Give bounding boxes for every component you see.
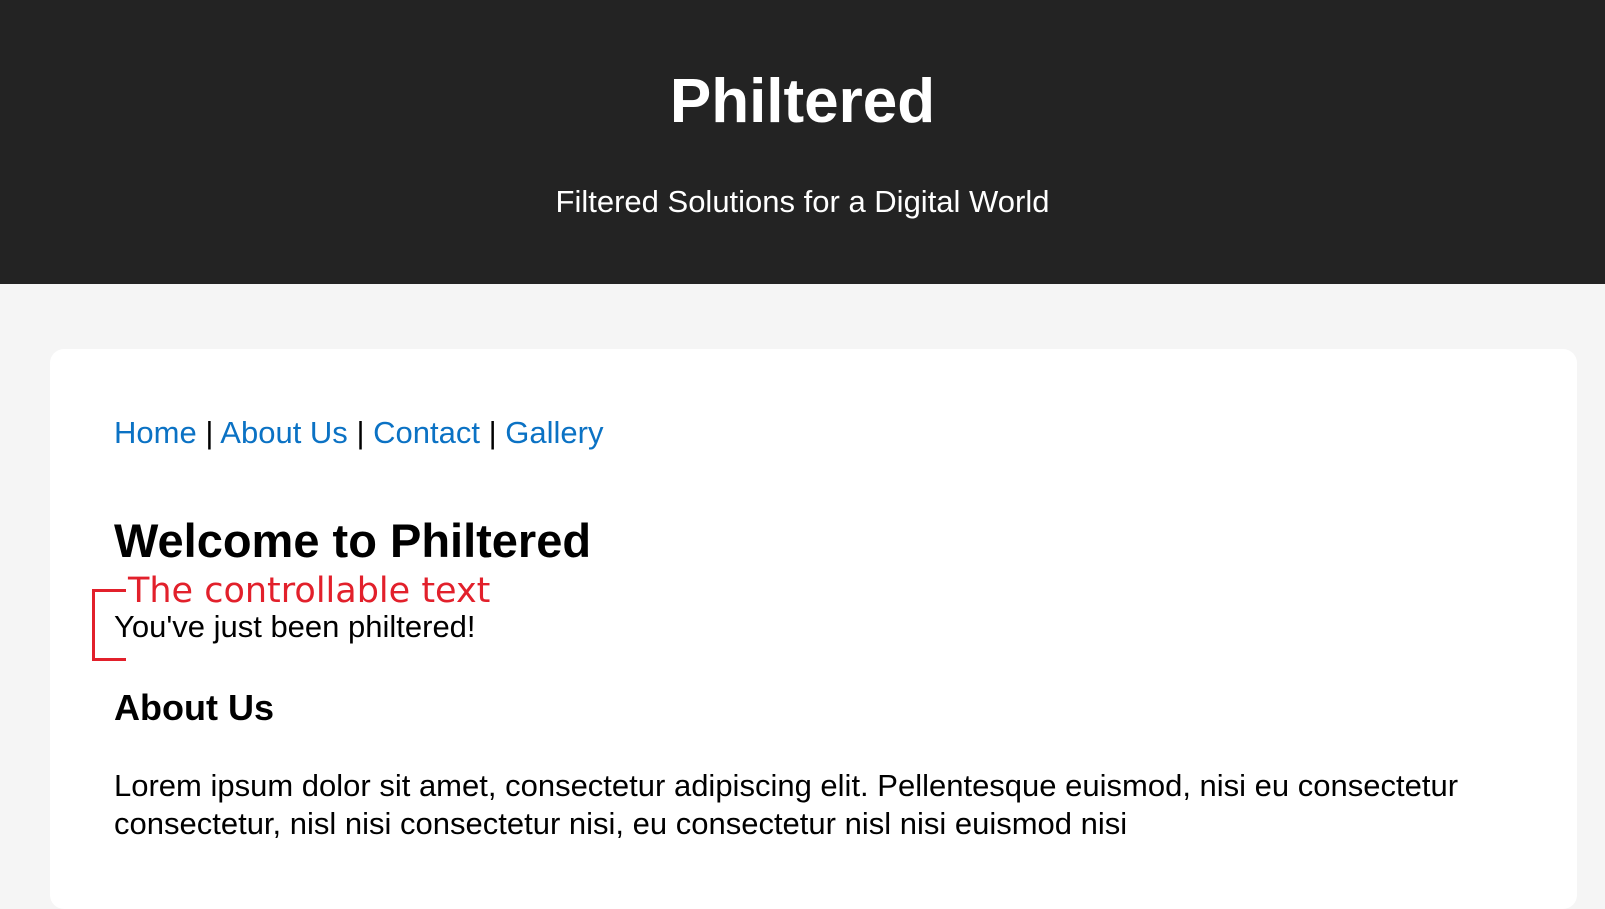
site-header: Philtered Filtered Solutions for a Digit…: [0, 0, 1605, 284]
site-title: Philtered: [669, 67, 936, 136]
controllable-text: You've just been philtered!: [114, 609, 476, 644]
nav-link-contact[interactable]: Contact: [373, 415, 480, 450]
nav-link-gallery[interactable]: Gallery: [505, 415, 603, 450]
content-card: Home | About Us | Contact | Gallery Welc…: [50, 349, 1577, 909]
site-tagline: Filtered Solutions for a Digital World: [555, 184, 1050, 219]
welcome-heading: Welcome to Philtered: [114, 514, 592, 567]
about-heading: About Us: [114, 687, 274, 728]
about-text: Lorem ipsum dolor sit amet, consectetur …: [114, 768, 1459, 841]
nav-separator: |: [356, 415, 374, 450]
nav-link-about-us[interactable]: About Us: [220, 415, 348, 450]
nav-separator: |: [488, 415, 506, 450]
main-nav: Home | About Us | Contact | Gallery: [114, 413, 603, 453]
nav-link-home[interactable]: Home: [114, 415, 197, 450]
nav-separator: |: [205, 415, 221, 450]
